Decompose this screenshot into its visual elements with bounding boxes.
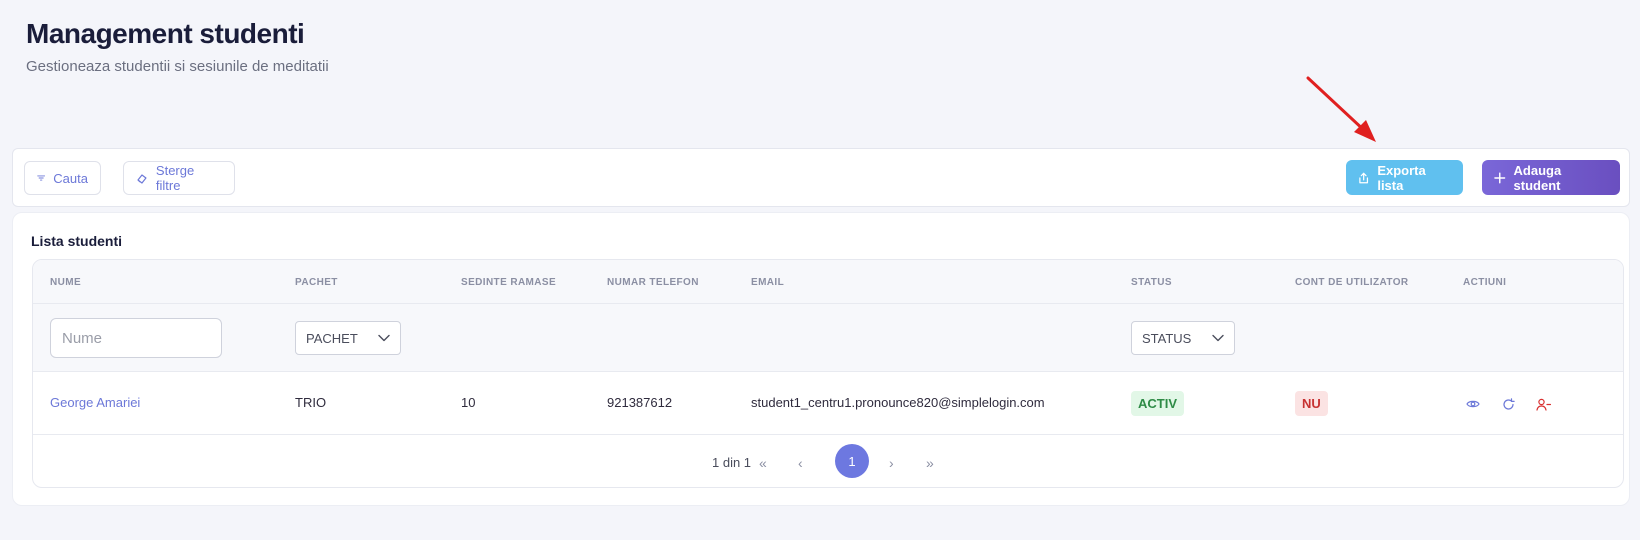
page-subtitle: Gestioneaza studentii si sesiunile de me… <box>26 58 329 75</box>
plus-icon <box>1494 171 1506 184</box>
table-header: NUME PACHET SEDINTE RAMASE NUMAR TELEFON… <box>33 260 1623 304</box>
pachet-filter-select[interactable]: PACHET <box>295 321 401 355</box>
pagination: 1 din 1 « ‹ 1 › » <box>33 435 1623 487</box>
remove-user-icon <box>1535 398 1551 411</box>
add-student-label: Adauga student <box>1513 162 1562 193</box>
prev-page-button[interactable]: ‹ <box>798 455 803 471</box>
column-header-telefon: NUMAR TELEFON <box>607 277 699 288</box>
student-name-link[interactable]: George Amariei <box>50 395 140 410</box>
remove-user-button[interactable] <box>1535 396 1551 412</box>
eraser-icon <box>137 174 147 184</box>
refresh-icon <box>1502 397 1515 410</box>
pachet-select-value: PACHET <box>306 330 358 346</box>
annotation-arrow <box>1306 76 1376 142</box>
filter-icon <box>37 175 46 181</box>
cell-pachet: TRIO <box>295 395 327 410</box>
page-title: Management studenti <box>26 18 305 49</box>
column-header-status: STATUS <box>1131 277 1172 288</box>
cell-sedinte: 10 <box>461 395 476 410</box>
view-button[interactable] <box>1465 396 1481 412</box>
students-card: Lista studenti NUME PACHET SEDINTE RAMAS… <box>12 212 1630 506</box>
column-header-email: EMAIL <box>751 277 785 288</box>
search-button[interactable]: Cauta <box>24 161 101 195</box>
chevron-down-icon <box>1212 334 1224 342</box>
current-page-button[interactable]: 1 <box>835 444 869 478</box>
column-header-actiuni: ACTIUNI <box>1463 277 1507 288</box>
status-filter-select[interactable]: STATUS <box>1131 321 1235 355</box>
table-row: George Amariei TRIO 10 921387612 student… <box>33 372 1623 435</box>
page-header: Management studenti Gestioneaza studenti… <box>26 18 329 75</box>
column-header-sedinte: SEDINTE RAMASE <box>461 277 557 288</box>
filter-row: PACHET STATUS <box>33 304 1623 372</box>
export-list-label: Exporta lista <box>1377 162 1426 193</box>
export-icon <box>1359 172 1369 183</box>
first-page-button[interactable]: « <box>759 455 767 471</box>
next-page-button[interactable]: › <box>889 455 894 471</box>
last-page-button[interactable]: » <box>926 455 934 471</box>
cell-email: student1_centru1.pronounce820@simplelogi… <box>751 395 1045 410</box>
status-select-value: STATUS <box>1142 330 1192 346</box>
search-button-label: Cauta <box>53 170 88 186</box>
export-list-button[interactable]: Exporta lista <box>1346 160 1463 195</box>
refresh-button[interactable] <box>1500 396 1516 412</box>
clear-filters-label: Sterge filtre <box>155 163 195 193</box>
column-header-cont: CONT DE UTILIZATOR <box>1295 277 1409 288</box>
column-header-nume: NUME <box>50 277 82 288</box>
page-info: 1 din 1 <box>712 455 752 470</box>
filter-toolbar: Cauta Sterge filtre Exporta lista Adauga… <box>12 148 1630 207</box>
card-title: Lista studenti <box>31 233 123 249</box>
column-header-pachet: PACHET <box>295 277 338 288</box>
students-table: NUME PACHET SEDINTE RAMASE NUMAR TELEFON… <box>32 259 1624 488</box>
status-badge: ACTIV <box>1131 391 1184 416</box>
add-student-button[interactable]: Adauga student <box>1482 160 1620 195</box>
account-badge: NU <box>1295 391 1328 416</box>
clear-filters-button[interactable]: Sterge filtre <box>123 161 235 195</box>
eye-icon <box>1466 400 1480 408</box>
chevron-down-icon <box>378 334 390 342</box>
name-filter-input[interactable] <box>50 318 222 358</box>
cell-telefon: 921387612 <box>607 395 673 410</box>
